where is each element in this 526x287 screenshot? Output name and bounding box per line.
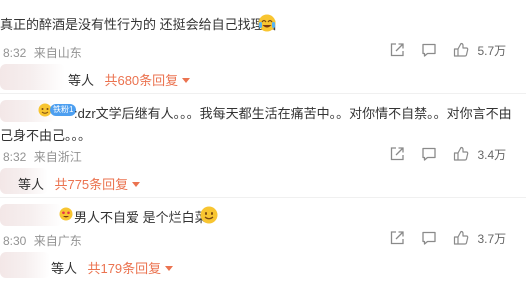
comment-2-text-line1: :dzr文学后继有人。。。我每天都生活在痛苦中。。对你情不自禁。。对你言不由	[74, 106, 512, 121]
comment-icon[interactable]	[421, 146, 437, 162]
comment-1-location: 来自山东	[33, 46, 82, 60]
blurred-avatar	[0, 64, 65, 90]
comment-3-time: 8:30	[3, 234, 27, 248]
blurred-avatar	[0, 252, 50, 278]
chevron-down-icon	[182, 78, 191, 83]
comment-1-time: 8:32	[3, 46, 27, 60]
reply-users: 等人	[68, 73, 95, 88]
comment-2-location: 来自浙江	[33, 150, 82, 164]
comment-3-location: 来自广东	[33, 234, 82, 248]
chevron-down-icon	[132, 182, 141, 187]
fan-badge: 铁粉1	[50, 104, 77, 116]
heart-eyes-emoji-icon	[59, 207, 73, 221]
reply-users: 等人	[51, 261, 78, 276]
like-count: 3.4万	[477, 148, 507, 162]
like-icon	[453, 146, 469, 161]
divider	[0, 197, 526, 198]
divider	[0, 93, 526, 94]
comment-2-text-line2: 己身不由己。。。	[0, 128, 92, 143]
like-button[interactable]: 3.7万	[453, 230, 506, 248]
like-icon	[453, 230, 469, 245]
like-button[interactable]: 3.4万	[453, 146, 506, 164]
comment-icon[interactable]	[421, 42, 437, 58]
share-icon[interactable]	[389, 42, 405, 58]
smile-emoji-icon	[200, 206, 218, 224]
comment-1-text: 真正的醉酒是没有性行为的 还挺会给自己找理由	[0, 17, 277, 32]
reply-users: 等人	[18, 177, 45, 192]
view-replies-link[interactable]: 共775条回复	[54, 177, 141, 192]
share-icon[interactable]	[389, 230, 405, 246]
comment-icon[interactable]	[421, 230, 437, 246]
like-button[interactable]: 5.7万	[453, 42, 506, 60]
comment-2-time: 8:32	[3, 150, 27, 164]
like-icon	[453, 42, 469, 57]
like-count: 3.7万	[477, 232, 507, 246]
crying-laughing-emoji-icon	[258, 14, 276, 32]
view-replies-link[interactable]: 共680条回复	[104, 73, 191, 88]
blurred-username	[0, 204, 62, 226]
comment-3-text: 男人不自爱 是个烂白菜	[74, 210, 208, 225]
chevron-down-icon	[165, 266, 174, 271]
view-replies-link[interactable]: 共179条回复	[87, 261, 174, 276]
like-count: 5.7万	[477, 44, 507, 58]
share-icon[interactable]	[389, 146, 405, 162]
